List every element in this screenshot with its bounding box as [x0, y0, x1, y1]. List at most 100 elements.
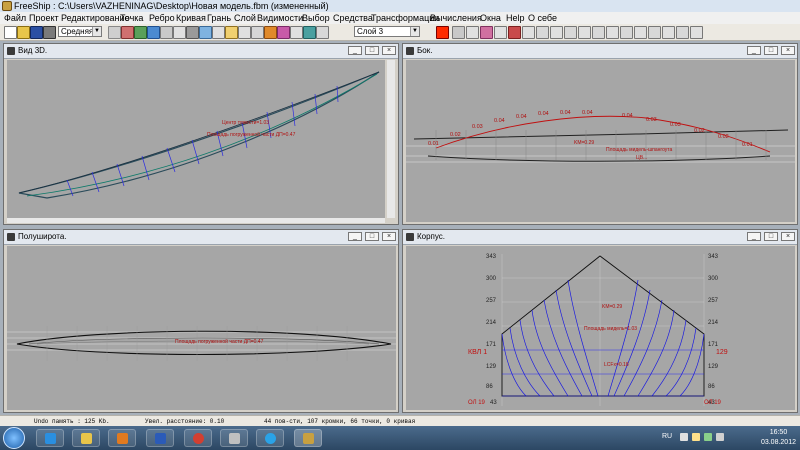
menu-windows[interactable]: Окна	[480, 12, 501, 24]
view-icon	[406, 47, 414, 55]
normals-icon[interactable]	[251, 26, 264, 39]
volume-icon[interactable]	[716, 433, 724, 441]
menu-file[interactable]: Файл	[4, 12, 26, 24]
curve-icon[interactable]	[121, 26, 134, 39]
taskbar-app[interactable]	[220, 429, 248, 447]
maximize-button[interactable]: □	[764, 232, 778, 241]
menu-point[interactable]: Точка	[120, 12, 143, 24]
body-sections-right	[607, 279, 705, 397]
menu-project[interactable]: Проект	[29, 12, 59, 24]
side-annotation-area: Площадь мидель-шпангоута	[606, 147, 673, 153]
menu-calculations[interactable]: Вычисления	[430, 12, 482, 24]
menu-layer[interactable]: Слой	[234, 12, 256, 24]
minimize-button[interactable]: _	[747, 46, 761, 55]
body-plan-window: Корпус. _ □ × 343 300 257 214 171 129 86…	[402, 229, 798, 413]
horizontal-scrollbar[interactable]	[7, 218, 385, 223]
chevron-down-icon: ▼	[92, 27, 101, 36]
layer-color-swatch[interactable]	[436, 26, 449, 39]
close-button[interactable]: ×	[781, 232, 795, 241]
view-3d-canvas[interactable]: Центр тяжести=1.03 Площадь погруженной ч…	[7, 60, 385, 218]
menu-edge[interactable]: Ребро	[149, 12, 175, 24]
maximize-button[interactable]: □	[764, 46, 778, 55]
taskbar-media-player[interactable]	[108, 429, 136, 447]
clock-time: 16:50	[769, 429, 788, 436]
taskbar-freeship[interactable]	[294, 429, 322, 447]
minimize-button[interactable]: _	[348, 232, 362, 241]
curvature-icon[interactable]	[264, 26, 277, 39]
insert-point-icon[interactable]	[452, 26, 465, 39]
menu-face[interactable]: Грань	[207, 12, 231, 24]
body-tick-left-7: 43	[490, 400, 497, 406]
layer-icon[interactable]	[134, 26, 147, 39]
taskbar-explorer[interactable]	[72, 429, 100, 447]
vertical-scrollbar[interactable]	[387, 60, 395, 218]
split-edge-icon[interactable]	[480, 26, 493, 39]
grid-icon[interactable]	[316, 26, 329, 39]
flowlines-icon[interactable]	[290, 26, 303, 39]
preferences-icon[interactable]	[690, 26, 703, 39]
menu-about[interactable]: О себе	[528, 12, 557, 24]
body-tick-left-0: 343	[486, 254, 497, 260]
close-button[interactable]: ×	[382, 46, 396, 55]
body-plan-canvas[interactable]: 343 300 257 214 171 129 86 43 343 300 25…	[406, 246, 795, 410]
keel-rudder-icon[interactable]	[662, 26, 675, 39]
taskbar-ie[interactable]	[36, 429, 64, 447]
taskbar-chrome[interactable]	[184, 429, 212, 447]
start-button[interactable]	[3, 427, 25, 449]
mesh-icon[interactable]	[108, 26, 121, 39]
export-icon[interactable]	[676, 26, 689, 39]
points-icon[interactable]	[160, 26, 173, 39]
maximize-button[interactable]: □	[365, 232, 379, 241]
hydrostatics-icon[interactable]	[303, 26, 316, 39]
save-disk-icon[interactable]	[30, 26, 43, 39]
new-face-icon[interactable]	[508, 26, 521, 39]
taskbar-skype[interactable]	[256, 429, 284, 447]
precision-select[interactable]: Средняя ▼	[58, 26, 102, 37]
language-indicator[interactable]: RU	[662, 433, 672, 440]
resistance-icon[interactable]	[648, 26, 661, 39]
diagonals-icon[interactable]	[238, 26, 251, 39]
markers-icon[interactable]	[277, 26, 290, 39]
open-folder-icon[interactable]	[17, 26, 30, 39]
mirror-icon[interactable]	[536, 26, 549, 39]
menu-tools[interactable]: Средства	[333, 12, 373, 24]
network-icon[interactable]	[704, 433, 712, 441]
side-view-canvas[interactable]: 0.01 0.02 0.03 0.04 0.04 0.04 0.04 0.04 …	[406, 60, 795, 222]
maximize-button[interactable]: □	[365, 46, 379, 55]
menu-visibility[interactable]: Видимости	[257, 12, 303, 24]
clock[interactable]: 16:50 03.08.2012	[761, 428, 796, 448]
body-tick-left-5: 129	[486, 364, 497, 370]
tray-icon[interactable]	[680, 433, 688, 441]
rotate-icon[interactable]	[550, 26, 563, 39]
stations-icon[interactable]	[199, 26, 212, 39]
menu-selection[interactable]: Выбор	[302, 12, 330, 24]
print-icon[interactable]	[43, 26, 56, 39]
wireframe-icon[interactable]	[186, 26, 199, 39]
menu-help[interactable]: Help	[506, 12, 525, 24]
body-annotation-km: KM=0.29	[602, 304, 622, 310]
close-button[interactable]: ×	[382, 232, 396, 241]
collapse-point-icon[interactable]	[466, 26, 479, 39]
intersect-icon[interactable]	[592, 26, 605, 39]
layer-select[interactable]: Слой 3 ▼	[354, 26, 420, 37]
plan-view-canvas[interactable]: Площадь погруженной части ДП=0.47	[7, 246, 396, 410]
move-icon[interactable]	[578, 26, 591, 39]
close-button[interactable]: ×	[781, 46, 795, 55]
crease-icon[interactable]	[494, 26, 507, 39]
scale-icon[interactable]	[564, 26, 577, 39]
minimize-button[interactable]: _	[348, 46, 362, 55]
develop-icon[interactable]	[606, 26, 619, 39]
minimize-button[interactable]: _	[747, 232, 761, 241]
control-net-icon[interactable]	[173, 26, 186, 39]
remove-unused-icon[interactable]	[620, 26, 633, 39]
new-file-icon[interactable]	[4, 26, 17, 39]
taskbar-word[interactable]	[146, 429, 174, 447]
waterlines-icon[interactable]	[225, 26, 238, 39]
check-model-icon[interactable]	[634, 26, 647, 39]
tray-icon-2[interactable]	[692, 433, 700, 441]
extrude-icon[interactable]	[522, 26, 535, 39]
buttocks-icon[interactable]	[212, 26, 225, 39]
toolbar: Средняя ▼ Слой 3 ▼	[0, 24, 800, 41]
shade-icon[interactable]	[147, 26, 160, 39]
menu-curve[interactable]: Кривая	[176, 12, 206, 24]
